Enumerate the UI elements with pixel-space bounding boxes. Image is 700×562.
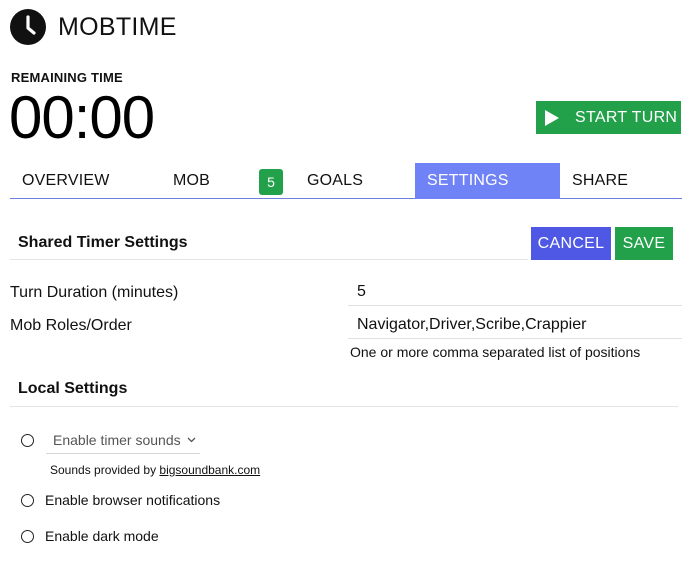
tab-settings[interactable]: SETTINGS	[415, 163, 560, 199]
timer-sounds-selected: Enable timer sounds	[53, 432, 181, 448]
dark-mode-label[interactable]: Enable dark mode	[45, 528, 159, 544]
tab-mob[interactable]: MOB	[160, 163, 255, 199]
timer-sounds-radio[interactable]	[21, 434, 34, 447]
turn-duration-label: Turn Duration (minutes)	[10, 284, 179, 301]
mob-roles-hint: One or more comma separated list of posi…	[350, 344, 641, 360]
save-button[interactable]: SAVE	[615, 227, 673, 260]
tab-goals[interactable]: GOALS	[295, 163, 415, 199]
local-settings-title: Local Settings	[18, 380, 128, 397]
tab-share[interactable]: SHARE	[560, 163, 682, 199]
play-icon	[545, 109, 559, 126]
turn-duration-input[interactable]	[348, 278, 682, 306]
timer-sounds-select[interactable]: Enable timer sounds	[46, 428, 200, 454]
shared-settings-title: Shared Timer Settings	[18, 234, 188, 251]
browser-notifications-radio[interactable]	[21, 494, 34, 507]
app-title: MOBTIME	[58, 12, 177, 41]
start-turn-button[interactable]: START TURN	[536, 101, 681, 134]
sound-credit-text: Sounds provided by	[50, 463, 160, 477]
sound-credit-link[interactable]: bigsoundbank.com	[159, 463, 260, 477]
chevron-down-icon	[187, 437, 196, 443]
dark-mode-radio[interactable]	[21, 530, 34, 543]
sound-credit: Sounds provided by bigsoundbank.com	[50, 463, 260, 477]
tab-overview[interactable]: OVERVIEW	[10, 163, 160, 199]
browser-notifications-label[interactable]: Enable browser notifications	[45, 492, 220, 508]
local-settings-header: Local Settings	[10, 372, 678, 407]
shared-settings-header: Shared Timer Settings	[10, 226, 528, 260]
mob-count-badge: 5	[259, 169, 283, 195]
start-turn-label: START TURN	[575, 108, 678, 126]
mob-roles-label: Mob Roles/Order	[10, 317, 132, 334]
app-header: MOBTIME	[10, 9, 177, 45]
time-display: 00:00	[9, 84, 155, 151]
cancel-button[interactable]: CANCEL	[531, 227, 611, 260]
mob-roles-input[interactable]	[348, 311, 682, 339]
tab-bar: OVERVIEW MOB 5 GOALS SETTINGS SHARE	[10, 163, 682, 199]
clock-icon	[10, 9, 46, 45]
